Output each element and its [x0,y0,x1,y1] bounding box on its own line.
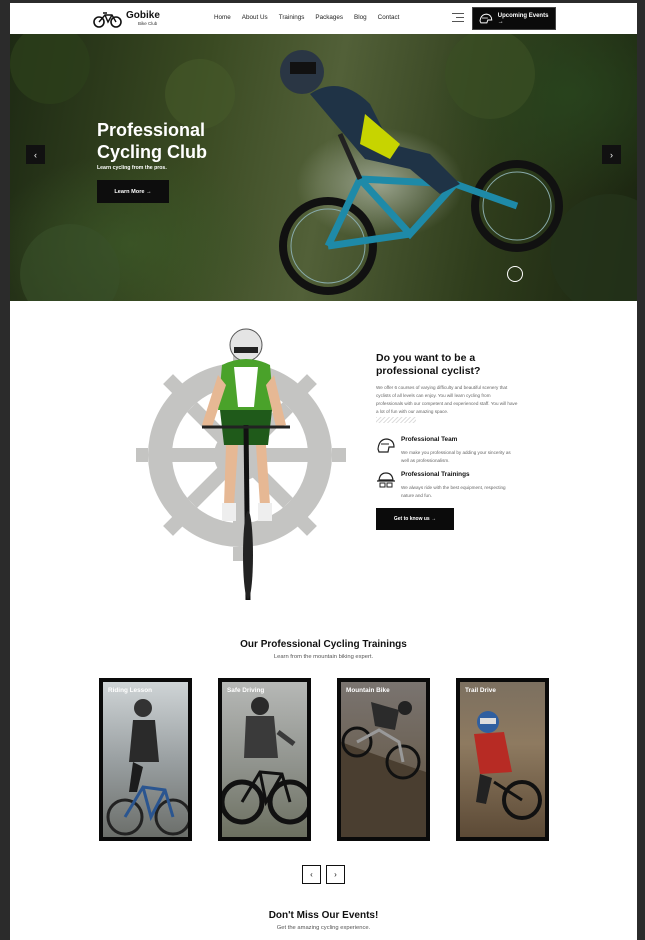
logo-subtitle: Bike Club [138,21,158,27]
main-nav: Home About Us Trainings Packages Blog Co… [214,14,410,21]
bicycle-logo-icon [93,12,122,28]
hero-prev-arrow-icon[interactable]: ‹ [26,145,45,164]
training-card-label: Safe Driving [227,687,265,694]
training-card-label: Riding Lesson [108,687,153,694]
training-card-image [103,682,188,837]
page: Gobike Bike Club Home About Us Trainings… [10,3,637,940]
training-card-trail-drive[interactable]: Trail Drive [456,678,549,841]
logo-name: Gobike [126,10,160,22]
feature-professional-trainings: Professional Trainings We always ride wi… [376,471,526,501]
hero-title: Professional Cycling Club [97,120,208,162]
training-card-image [460,682,545,837]
training-card-image [341,682,426,837]
get-to-know-us-button[interactable]: Get to know us → [376,508,454,530]
logo[interactable]: Gobike Bike Club [93,9,160,29]
hero-next-arrow-icon[interactable]: › [602,145,621,164]
learn-more-button[interactable]: Learn More → [97,180,169,203]
about-title: Do you want to be a professional cyclist… [376,352,481,377]
hero-subtitle: Learn cycling from the pros. [97,165,167,171]
feature-text: We always ride with the best equipment, … [401,485,506,498]
training-card-riding-lesson[interactable]: Riding Lesson [99,678,192,841]
nav-about-us[interactable]: About Us [242,14,268,21]
training-card-image [222,682,307,837]
hero-slider: Professional Cycling Club Learn cycling … [10,34,637,301]
feature-professional-team: Professional Team We make you profession… [376,436,526,466]
trainings-subtitle: Learn from the mountain biking expert. [273,654,374,660]
trainings-next-arrow-icon[interactable]: › [326,865,345,884]
training-card-label: Mountain Bike [346,687,390,694]
helmet-icon [479,13,493,23]
events-title: Don't Miss Our Events! [268,910,379,921]
events-subtitle: Get the amazing cycling experience. [276,925,371,931]
training-card-label: Trail Drive [465,687,496,694]
nav-trainings[interactable]: Trainings [279,14,305,21]
site-header: Gobike Bike Club Home About Us Trainings… [10,3,637,33]
about-description: We offer 6 courses of varying difficulty… [376,385,518,414]
cyclist-gear-image [136,328,346,601]
nav-packages[interactable]: Packages [315,14,343,21]
menu-icon[interactable] [452,13,464,22]
trainings-title: Our Professional Cycling Trainings [240,639,407,650]
nav-blog[interactable]: Blog [354,14,367,21]
trainer-icon [377,472,395,488]
nav-contact[interactable]: Contact [378,14,400,21]
training-card-mountain-bike[interactable]: Mountain Bike [337,678,430,841]
upcoming-events-button[interactable]: Upcoming Events → [472,7,556,30]
upcoming-events-label: Upcoming Events → [497,12,549,25]
trainings-prev-arrow-icon[interactable]: ‹ [302,865,321,884]
training-card-safe-driving[interactable]: Safe Driving [218,678,311,841]
feature-title: Professional Trainings [401,471,470,478]
nav-home[interactable]: Home [214,14,231,21]
hero-slide-indicator[interactable] [507,266,523,282]
decorative-divider [376,417,416,423]
helmet-icon [377,438,395,453]
feature-text: We make you professional by adding your … [401,450,511,463]
feature-title: Professional Team [401,436,458,443]
